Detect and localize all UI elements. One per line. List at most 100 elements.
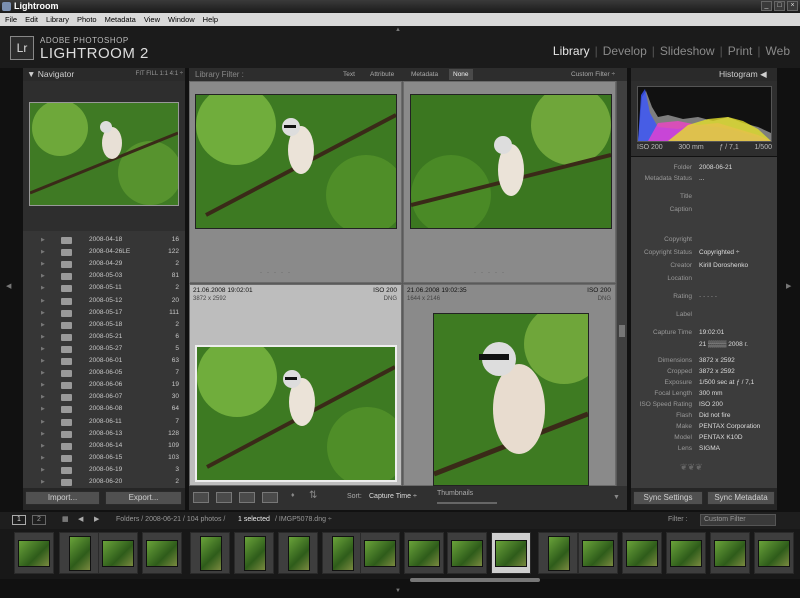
filmstrip-thumbnail[interactable] bbox=[710, 532, 750, 574]
folder-expand-icon[interactable]: ▶ bbox=[41, 394, 45, 400]
metadata-row[interactable]: Rating · · · · · bbox=[631, 293, 777, 304]
metadata-row[interactable]: Copyright bbox=[631, 236, 777, 247]
filmstrip-scrollbar[interactable] bbox=[410, 578, 540, 582]
folder-row[interactable]: ▶ 2008-06-20 2 bbox=[23, 477, 185, 489]
folder-row[interactable]: ▶ 2008-06-14 109 bbox=[23, 441, 185, 453]
menu-edit[interactable]: Edit bbox=[25, 13, 38, 26]
screen-1-button[interactable]: 1 bbox=[12, 515, 26, 525]
metadata-row[interactable]: Lens SIGMA bbox=[631, 445, 777, 456]
filmstrip-thumbnail[interactable] bbox=[322, 532, 362, 574]
grid-cell[interactable]: ····· bbox=[189, 81, 406, 283]
folder-row[interactable]: ▶ 2008-06-05 7 bbox=[23, 368, 185, 380]
sort-dropdown[interactable]: Capture Time ÷ bbox=[369, 493, 417, 500]
folder-row[interactable]: ▶ 2008-05-18 2 bbox=[23, 320, 185, 332]
metadata-row[interactable]: Exposure 1/500 sec at ƒ / 7,1 bbox=[631, 379, 777, 390]
metadata-value[interactable]: Kirill Doroshenko bbox=[699, 262, 748, 269]
loupe-view-icon[interactable] bbox=[216, 492, 232, 503]
folder-expand-icon[interactable]: ▶ bbox=[41, 455, 45, 461]
metadata-row[interactable]: 21 ▒▒▒▒ 2008 г. bbox=[631, 341, 777, 352]
metadata-row[interactable]: Folder 2008-06-21 bbox=[631, 164, 777, 175]
sort-direction-icon[interactable]: ⇅ bbox=[309, 490, 317, 501]
metadata-row[interactable]: Metadata Status... bbox=[631, 175, 777, 186]
selected-filename[interactable]: / IMGP5078.dng ÷ bbox=[275, 516, 332, 523]
folder-row[interactable]: ▶ 2008-05-17 111 bbox=[23, 308, 185, 320]
metadata-value[interactable]: Did not fire bbox=[699, 412, 730, 419]
navigator-zoom-options[interactable]: FIT FILL 1:1 4:1 ÷ bbox=[136, 68, 183, 81]
toolbar-menu-chevron-icon[interactable]: ▼ bbox=[613, 494, 620, 501]
metadata-value[interactable]: ISO 200 bbox=[699, 401, 723, 408]
folder-row[interactable]: ▶ 2008-05-11 2 bbox=[23, 283, 185, 295]
metadata-row[interactable]: Label bbox=[631, 311, 777, 322]
grid-thumbnail[interactable] bbox=[195, 85, 406, 235]
filmstrip-thumbnail[interactable] bbox=[622, 532, 662, 574]
folder-expand-icon[interactable]: ▶ bbox=[41, 334, 45, 340]
folder-row[interactable]: ▶ 2008-04-29 2 bbox=[23, 259, 185, 271]
folder-expand-icon[interactable]: ▶ bbox=[41, 358, 45, 364]
folder-expand-icon[interactable]: ▶ bbox=[41, 431, 45, 437]
metadata-row[interactable]: Title bbox=[631, 193, 777, 204]
grid-cell-selected[interactable]: 21.06.2008 19:02:01 ISO 200 3872 x 2592 … bbox=[189, 284, 407, 487]
metadata-row[interactable]: Cropped 3872 x 2592 bbox=[631, 368, 777, 379]
metadata-row[interactable]: Capture Time 19:02:01 bbox=[631, 329, 777, 340]
filmstrip-thumbnail[interactable] bbox=[491, 532, 531, 574]
menu-photo[interactable]: Photo bbox=[77, 13, 97, 26]
metadata-row[interactable]: Make PENTAX Corporation bbox=[631, 423, 777, 434]
collapse-top-arrow-icon[interactable]: ▲ bbox=[395, 27, 401, 33]
folder-expand-icon[interactable]: ▶ bbox=[41, 261, 45, 267]
metadata-row[interactable]: Dimensions 3872 x 2592 bbox=[631, 357, 777, 368]
rating-dots[interactable]: ····· bbox=[474, 270, 509, 276]
folder-expand-icon[interactable]: ▶ bbox=[41, 322, 45, 328]
metadata-row[interactable]: Focal Length 300 mm bbox=[631, 390, 777, 401]
module-library[interactable]: Library bbox=[553, 44, 590, 58]
filmstrip-thumbnail[interactable] bbox=[234, 532, 274, 574]
folder-expand-icon[interactable]: ▶ bbox=[41, 237, 45, 243]
menu-library[interactable]: Library bbox=[46, 13, 69, 26]
grid-view-icon[interactable] bbox=[193, 492, 209, 503]
filter-text[interactable]: Text bbox=[339, 69, 359, 80]
folder-row[interactable]: ▶ 2008-05-21 6 bbox=[23, 332, 185, 344]
thumbnail-size-slider[interactable] bbox=[437, 502, 497, 504]
survey-view-icon[interactable] bbox=[262, 492, 278, 503]
filmstrip-thumbnail[interactable] bbox=[754, 532, 794, 574]
screen-2-button[interactable]: 2 bbox=[32, 515, 46, 525]
folder-expand-icon[interactable]: ▶ bbox=[41, 419, 45, 425]
filmstrip-thumbnail[interactable] bbox=[447, 532, 487, 574]
compare-view-icon[interactable] bbox=[239, 492, 255, 503]
filmstrip-thumbnail[interactable] bbox=[666, 532, 706, 574]
metadata-row[interactable]: ISO Speed Rating ISO 200 bbox=[631, 401, 777, 412]
grid-scroll-thumb[interactable] bbox=[619, 325, 625, 337]
module-print[interactable]: Print bbox=[728, 44, 753, 58]
back-arrow-icon[interactable]: ◀ bbox=[78, 515, 83, 523]
folder-row[interactable]: ▶ 2008-05-12 20 bbox=[23, 296, 185, 308]
collapse-bottom-arrow-icon[interactable]: ▼ bbox=[395, 588, 401, 594]
folder-row[interactable]: ▶ 2008-06-13 128 bbox=[23, 429, 185, 441]
rating-dots[interactable]: ····· bbox=[260, 270, 295, 276]
folder-row[interactable]: ▶ 2008-04-26LE 122 bbox=[23, 247, 185, 259]
folder-expand-icon[interactable]: ▶ bbox=[41, 467, 45, 473]
metadata-row[interactable]: Creator Kirill Doroshenko bbox=[631, 262, 777, 273]
filmstrip-thumbnail[interactable] bbox=[404, 532, 444, 574]
metadata-value[interactable]: 3872 x 2592 bbox=[699, 368, 735, 375]
folder-row[interactable]: ▶ 2008-06-11 7 bbox=[23, 417, 185, 429]
histogram-header[interactable]: Histogram ◀ bbox=[631, 68, 777, 81]
metadata-value[interactable]: 1/500 sec at ƒ / 7,1 bbox=[699, 379, 754, 386]
custom-filter-dropdown[interactable]: Custom Filter ÷ bbox=[567, 69, 619, 80]
filmstrip-thumbnail[interactable] bbox=[538, 532, 578, 574]
folder-expand-icon[interactable]: ▶ bbox=[41, 310, 45, 316]
metadata-value[interactable]: ... bbox=[699, 175, 704, 182]
filmstrip-thumbnail[interactable] bbox=[59, 532, 99, 574]
filmstrip-thumbnail[interactable] bbox=[14, 532, 54, 574]
folder-row[interactable]: ▶ 2008-06-19 3 bbox=[23, 465, 185, 477]
folder-row[interactable]: ▶ 2008-06-06 19 bbox=[23, 380, 185, 392]
metadata-value[interactable]: PENTAX K10D bbox=[699, 434, 743, 441]
left-panel-toggle-icon[interactable]: ◀ bbox=[6, 282, 11, 290]
metadata-row[interactable]: Caption bbox=[631, 206, 777, 217]
filter-none[interactable]: None bbox=[449, 69, 473, 80]
folder-expand-icon[interactable]: ▶ bbox=[41, 346, 45, 352]
metadata-value[interactable]: Copyrighted ÷ bbox=[699, 249, 739, 256]
menu-window[interactable]: Window bbox=[168, 13, 195, 26]
grid-cell[interactable]: 21.06.2008 19:02:35 ISO 200 1644 x 2146 … bbox=[403, 284, 616, 486]
metadata-row[interactable]: Location bbox=[631, 275, 777, 286]
metadata-row[interactable]: Flash Did not fire bbox=[631, 412, 777, 423]
grid-thumbnail[interactable] bbox=[433, 304, 604, 486]
